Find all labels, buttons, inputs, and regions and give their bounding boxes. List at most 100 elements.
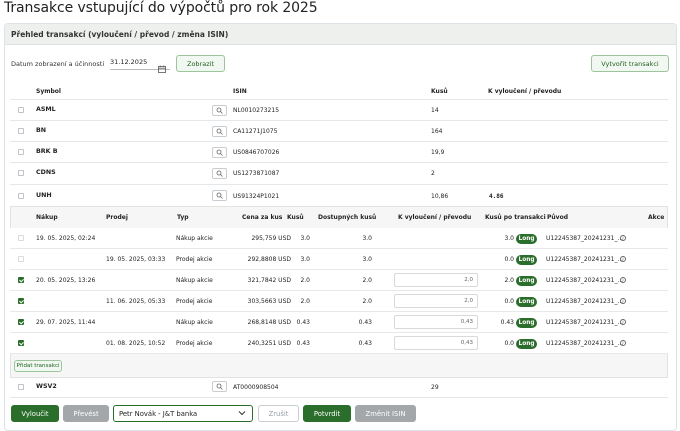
search-icon[interactable] [212,126,227,137]
create-transaction-button[interactable]: Vytvořit transakci [591,55,669,72]
long-badge: Long [516,255,537,265]
row-checkbox[interactable] [18,149,24,155]
exclude-button[interactable]: Vyloučit [11,405,59,422]
col-pieces: Kusů [431,88,448,95]
row-checkbox[interactable] [18,384,24,390]
detail-row[interactable]: 29. 07. 2025, 11:44 Nákup akcie 268,8148… [10,312,668,333]
divider [10,397,668,398]
after-cell: 0.0 [504,340,514,347]
detail-col-available: Dostupných kusů [318,214,377,221]
pieces-cell: 164 [431,128,443,135]
info-icon[interactable]: i [620,256,626,262]
long-badge: Long [516,297,537,307]
type-cell: Prodej akcie [176,340,213,347]
pieces-cell: 10,86 [431,193,449,200]
price-cell: 321,7842 USD [247,277,291,284]
info-icon[interactable]: i [620,235,626,241]
exclusion-input[interactable]: 0,43 [394,336,478,350]
date-label: Datum zobrazení a účinnosti [11,60,105,68]
origin-cell: U12245387_20241231_... [546,298,624,305]
row-checkbox[interactable] [18,170,24,176]
row-checkbox[interactable] [18,128,24,134]
detail-row[interactable]: 19. 05. 2025, 03:33 Prodej akcie 292,880… [10,249,668,270]
row-checkbox[interactable] [18,277,24,283]
origin-cell: U12245387_20241231_... [546,340,624,347]
after-cell: 0.43 [500,319,514,326]
price-cell: 295,759 USD [251,235,291,242]
pieces-cell: 2.0 [300,277,310,284]
detail-col-after: Kusů po transakci [485,214,546,221]
row-checkbox[interactable] [18,319,24,325]
cancel-button[interactable]: Zrušit [258,405,299,422]
info-icon[interactable]: i [620,340,626,346]
row-checkbox[interactable] [18,107,24,113]
calendar-icon[interactable] [158,58,166,73]
exclusion-input[interactable]: 2,0 [394,273,478,287]
change-isin-button[interactable]: Změnit ISIN [355,405,416,422]
isin-cell: US0846707026 [233,149,280,156]
type-cell: Nákup akcie [176,277,213,284]
available-cell: 2.0 [362,298,372,305]
confirm-button[interactable]: Potvrdit [303,405,351,422]
available-cell: 2.0 [362,277,372,284]
row-checkbox[interactable] [18,235,24,241]
detail-row[interactable]: 01. 08. 2025, 10:52 Prodej akcie 240,325… [10,333,668,354]
available-cell: 3.0 [362,235,372,242]
available-cell: 0.43 [358,340,372,347]
divider [10,99,668,100]
panel-header: Přehled transakcí (vyloučení / převod / … [5,24,676,45]
transfer-button[interactable]: Převést [63,405,109,422]
row-checkbox[interactable] [18,298,24,304]
price-cell: 240,3251 USD [247,340,291,347]
page-title: Transakce vstupující do výpočtů pro rok … [4,0,318,16]
isin-cell: CA11271J1075 [233,128,278,135]
pieces-cell: 3.0 [300,235,310,242]
symbol-cell: BN [36,127,47,134]
search-icon[interactable] [212,105,227,116]
symbol-cell: UNH [36,192,52,199]
info-icon[interactable]: i [620,277,626,283]
col-exclusion: K vyloučení / převodu [488,88,562,95]
broker-select[interactable]: Petr Novák - J&T banka [113,405,253,422]
detail-col-pieces: Kusů [287,214,304,221]
show-button[interactable]: Zobrazit [176,55,225,72]
search-icon[interactable] [212,147,227,158]
available-cell: 0.43 [358,319,372,326]
detail-col-buy: Nákup [36,214,58,221]
row-checkbox[interactable] [18,340,24,346]
detail-col-type: Typ [177,214,189,221]
exclusion-input[interactable]: 0,43 [394,315,478,329]
chevron-down-icon [238,410,246,418]
after-cell: 2.0 [504,277,514,284]
origin-cell: U12245387_20241231_... [546,277,624,284]
info-icon[interactable]: i [620,319,626,325]
detail-row[interactable]: 20. 05. 2025, 13:26 Nákup akcie 321,7842… [10,270,668,291]
long-badge: Long [516,318,537,328]
symbol-cell: BRK B [36,148,58,155]
isin-cell: US91324P1021 [233,193,280,200]
detail-col-action: Akce [648,214,665,221]
search-icon[interactable] [212,190,227,201]
symbol-cell: CDNS [36,169,56,176]
detail-col-origin: Původ [547,214,568,221]
origin-cell: U12245387_20241231_... [546,319,624,326]
detail-row[interactable]: 11. 06. 2025, 05:33 Prodej akcie 303,566… [10,291,668,312]
row-checkbox[interactable] [18,256,24,262]
divider [10,120,668,121]
price-cell: 268,8148 USD [247,319,291,326]
col-symbol: Symbol [36,88,61,95]
search-icon[interactable] [212,168,227,179]
type-cell: Nákup akcie [176,235,213,242]
origin-cell: U12245387_20241231_... [546,235,624,242]
search-icon[interactable] [212,381,227,392]
detail-row[interactable]: 19. 05. 2025, 02:24 Nákup akcie 295,759 … [10,228,668,249]
add-transaction-button[interactable]: Přidat transakci [14,360,62,372]
price-cell: 303,5663 USD [247,298,291,305]
info-icon[interactable]: i [620,298,626,304]
detail-col-exclusion: K vyloučení / převodu [398,214,472,221]
isin-cell: US1273871087 [233,170,280,177]
exclusion-cell: 4.86 [489,193,504,200]
row-checkbox[interactable] [18,193,24,199]
exclusion-input[interactable]: 2,0 [394,294,478,308]
pieces-cell: 0.43 [296,340,310,347]
